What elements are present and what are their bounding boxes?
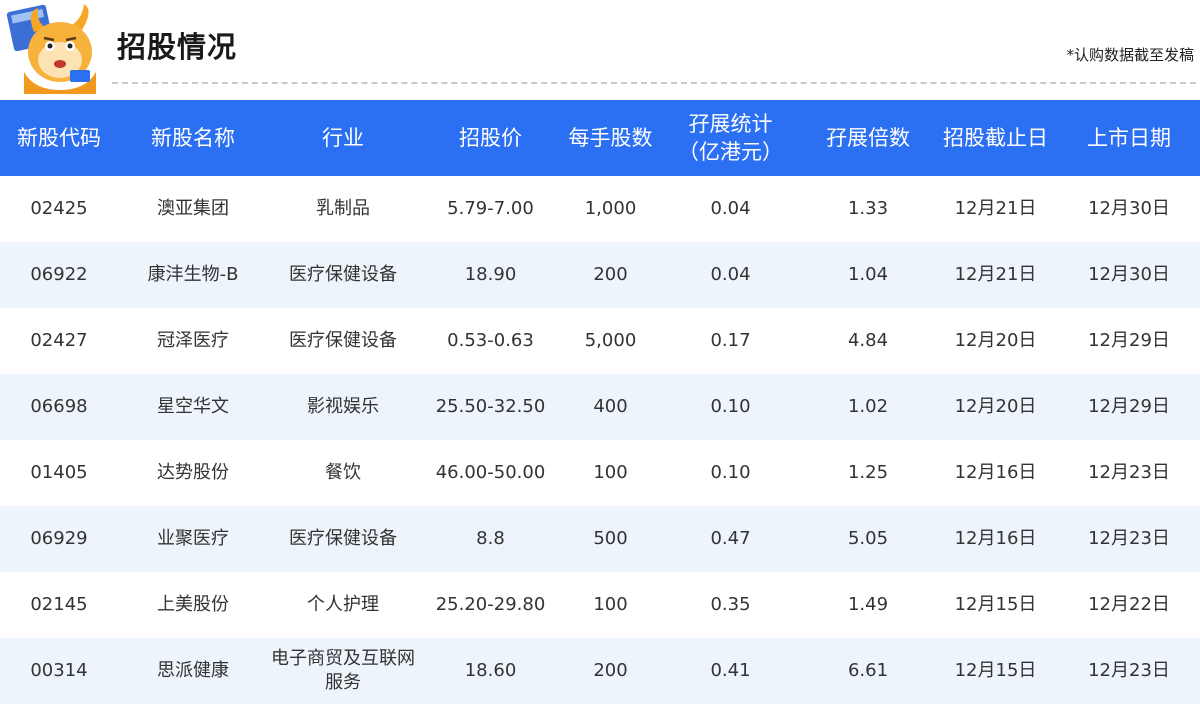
page-header: 招股情况 *认购数据截至发稿 bbox=[0, 0, 1200, 100]
cell-close-date: 12月15日 bbox=[954, 660, 1037, 681]
cell-margin-amount: 0.10 bbox=[710, 462, 751, 483]
table-row: 02145 上美股份 个人护理 25.20-29.80 100 0.35 1.4… bbox=[0, 572, 1200, 638]
cell-code: 06929 bbox=[30, 528, 88, 549]
cell-lot-size: 400 bbox=[593, 396, 628, 417]
cell-code: 00314 bbox=[30, 660, 88, 681]
table-row: 06922 康沣生物-B 医疗保健设备 18.90 200 0.04 1.04 … bbox=[0, 242, 1200, 308]
cell-margin-multiple: 1.49 bbox=[847, 594, 889, 615]
cell-close-date: 12月20日 bbox=[954, 330, 1037, 351]
cell-margin-amount: 0.10 bbox=[710, 396, 751, 417]
cell-code: 02427 bbox=[30, 330, 88, 351]
cell-lot-size: 500 bbox=[593, 528, 628, 549]
cell-industry: 餐饮 bbox=[325, 462, 361, 483]
cell-margin-amount: 0.47 bbox=[710, 528, 751, 549]
cell-code: 06922 bbox=[30, 264, 88, 285]
cell-close-date: 12月15日 bbox=[954, 594, 1037, 615]
cell-lot-size: 5,000 bbox=[584, 330, 637, 351]
cell-price: 5.79-7.00 bbox=[447, 198, 534, 219]
cell-industry: 个人护理 bbox=[307, 594, 379, 615]
cell-close-date: 12月20日 bbox=[954, 396, 1037, 417]
table-row: 01405 达势股份 餐饮 46.00-50.00 100 0.10 1.25 … bbox=[0, 440, 1200, 506]
cell-listing-date: 12月30日 bbox=[1088, 198, 1170, 219]
cell-code: 01405 bbox=[30, 462, 88, 483]
cell-lot-size: 1,000 bbox=[584, 198, 637, 219]
cell-margin-multiple: 1.02 bbox=[847, 396, 889, 417]
cell-price: 18.60 bbox=[464, 660, 517, 681]
cell-name: 康沣生物-B bbox=[147, 264, 239, 285]
cell-lot-size: 100 bbox=[593, 462, 628, 483]
cell-price: 8.8 bbox=[476, 528, 505, 549]
page-title: 招股情况 bbox=[117, 30, 238, 64]
cell-listing-date: 12月23日 bbox=[1088, 528, 1170, 549]
cell-price: 46.00-50.00 bbox=[435, 462, 546, 483]
cell-listing-date: 12月22日 bbox=[1088, 594, 1170, 615]
cell-margin-multiple: 1.25 bbox=[847, 462, 889, 483]
cell-price: 18.90 bbox=[464, 264, 517, 285]
cell-close-date: 12月21日 bbox=[954, 198, 1037, 219]
column-header-code: 新股代码 bbox=[17, 126, 101, 150]
cell-margin-multiple: 1.04 bbox=[847, 264, 889, 285]
cell-listing-date: 12月23日 bbox=[1088, 660, 1170, 681]
table-row: 06929 业聚医疗 医疗保健设备 8.8 500 0.47 5.05 12月1… bbox=[0, 506, 1200, 572]
cell-price: 25.50-32.50 bbox=[435, 396, 546, 417]
cell-name: 上美股份 bbox=[157, 594, 229, 615]
cell-industry: 医疗保健设备 bbox=[289, 264, 397, 285]
cell-lot-size: 200 bbox=[593, 264, 628, 285]
cell-margin-amount: 0.35 bbox=[710, 594, 751, 615]
column-header-listing-date: 上市日期 bbox=[1087, 126, 1171, 150]
data-note: *认购数据截至发稿 bbox=[1066, 46, 1194, 64]
cell-industry: 乳制品 bbox=[316, 198, 370, 219]
cell-margin-amount: 0.17 bbox=[710, 330, 751, 351]
cell-listing-date: 12月29日 bbox=[1088, 396, 1170, 417]
column-header-margin-amount: 孖展统计 （亿港元） bbox=[678, 112, 783, 164]
table-row: 00314 思派健康 电子商贸及互联网 服务 18.60 200 0.41 6.… bbox=[0, 638, 1200, 704]
cell-name: 星空华文 bbox=[157, 396, 229, 417]
cell-close-date: 12月16日 bbox=[954, 528, 1037, 549]
cell-industry: 医疗保健设备 bbox=[289, 528, 397, 549]
cell-margin-amount: 0.04 bbox=[710, 198, 751, 219]
cell-margin-multiple: 5.05 bbox=[847, 528, 889, 549]
cell-price: 0.53-0.63 bbox=[447, 330, 534, 351]
column-header-industry: 行业 bbox=[322, 126, 364, 150]
cell-industry: 医疗保健设备 bbox=[289, 330, 397, 351]
cell-industry: 电子商贸及互联网 服务 bbox=[271, 648, 415, 693]
table-header-row: 新股代码 新股名称 行业 招股价 每手股数 孖展统计 （亿港元） 孖展倍数 招股… bbox=[0, 100, 1200, 176]
bull-mascot-icon bbox=[6, 4, 96, 94]
cell-name: 澳亚集团 bbox=[157, 198, 229, 219]
cell-name: 业聚医疗 bbox=[157, 528, 229, 549]
cell-code: 02425 bbox=[30, 198, 88, 219]
cell-name: 思派健康 bbox=[157, 660, 229, 681]
cell-code: 06698 bbox=[30, 396, 88, 417]
column-header-name: 新股名称 bbox=[151, 126, 235, 150]
header-divider bbox=[112, 82, 1196, 84]
cell-margin-amount: 0.41 bbox=[710, 660, 751, 681]
table-row: 02425 澳亚集团 乳制品 5.79-7.00 1,000 0.04 1.33… bbox=[0, 176, 1200, 242]
cell-lot-size: 200 bbox=[593, 660, 628, 681]
cell-close-date: 12月16日 bbox=[954, 462, 1037, 483]
cell-listing-date: 12月29日 bbox=[1088, 330, 1170, 351]
cell-close-date: 12月21日 bbox=[954, 264, 1037, 285]
column-header-price: 招股价 bbox=[459, 126, 522, 150]
cell-margin-multiple: 1.33 bbox=[847, 198, 889, 219]
cell-margin-multiple: 6.61 bbox=[847, 660, 889, 681]
table-row: 06698 星空华文 影视娱乐 25.50-32.50 400 0.10 1.0… bbox=[0, 374, 1200, 440]
cell-margin-multiple: 4.84 bbox=[847, 330, 889, 351]
cell-listing-date: 12月30日 bbox=[1088, 264, 1170, 285]
cell-lot-size: 100 bbox=[593, 594, 628, 615]
cell-name: 达势股份 bbox=[157, 462, 229, 483]
cell-margin-amount: 0.04 bbox=[710, 264, 751, 285]
cell-name: 冠泽医疗 bbox=[157, 330, 229, 351]
column-header-close-date: 招股截止日 bbox=[943, 126, 1048, 150]
ipo-table: 新股代码 新股名称 行业 招股价 每手股数 孖展统计 （亿港元） 孖展倍数 招股… bbox=[0, 100, 1200, 704]
cell-listing-date: 12月23日 bbox=[1088, 462, 1170, 483]
cell-code: 02145 bbox=[30, 594, 88, 615]
column-header-lot-size: 每手股数 bbox=[568, 126, 653, 150]
cell-price: 25.20-29.80 bbox=[435, 594, 546, 615]
cell-industry: 影视娱乐 bbox=[307, 396, 379, 417]
table-row: 02427 冠泽医疗 医疗保健设备 0.53-0.63 5,000 0.17 4… bbox=[0, 308, 1200, 374]
column-header-margin-multiple: 孖展倍数 bbox=[826, 126, 910, 150]
